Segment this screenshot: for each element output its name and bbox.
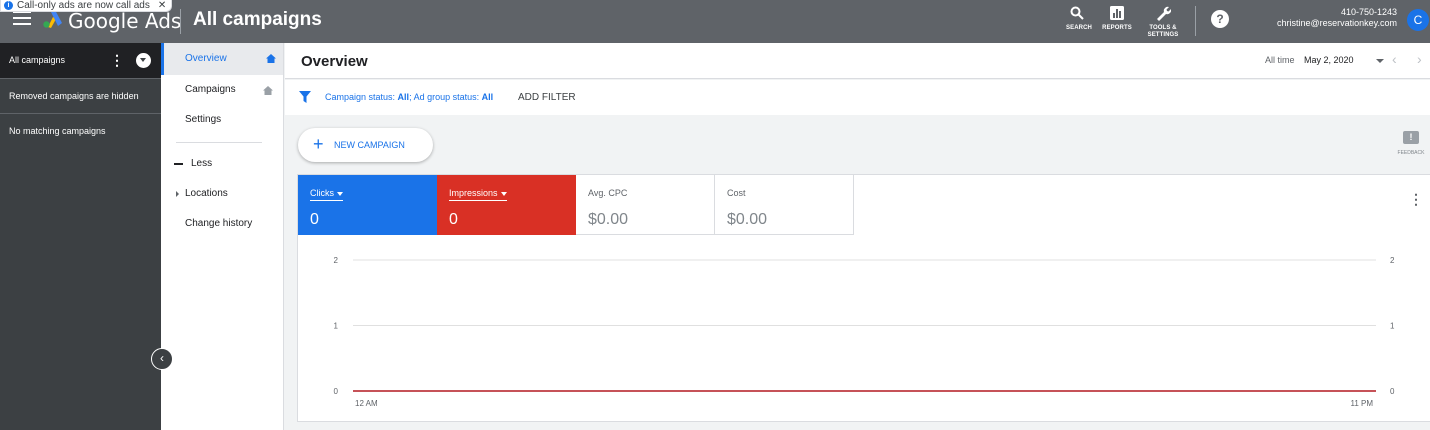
y-tick-label-left: 2 [334,256,339,265]
chart-more-icon[interactable]: ⋮ [1409,191,1423,208]
removed-campaigns-note: Removed campaigns are hidden [0,79,161,114]
toolbar-divider [1195,6,1196,36]
y-tick-label-left: 1 [334,322,339,331]
dropdown-icon [500,191,507,196]
nav-item-label: Change history [185,218,253,229]
toast-text: Call-only ads are now call ads [17,0,150,11]
line-chart: 0 0 1 1 2 2 12 AM 11 PM [334,256,1395,408]
metric-value: $0.00 [588,211,629,228]
metric-label: Avg. CPC [588,188,628,198]
dropdown-icon[interactable] [136,53,151,68]
reports-icon [1110,6,1124,20]
metric-label: Clicks [310,188,343,201]
x-tick-label: 12 AM [355,399,378,408]
nav-item-label: Settings [185,114,222,125]
more-vert-icon[interactable]: ⋮ [110,43,124,78]
search-icon [1070,6,1084,20]
search-button[interactable]: SEARCH [1066,4,1092,32]
account-phone: 410-750-1243 [1340,7,1397,17]
tools-settings-button[interactable]: TOOLS & SETTINGS [1145,4,1181,39]
x-tick-label: 11 PM [1350,399,1373,408]
metric-label: Cost [727,188,746,198]
metric-value: 0 [449,211,458,228]
y-tick-label-left: 0 [334,387,339,396]
date-range-label: All time [1265,55,1295,65]
nav-item-campaigns[interactable]: Campaigns [161,75,283,105]
nav-item-overview[interactable]: Overview [161,43,283,75]
nav-item-change-history[interactable]: Change history [161,209,283,239]
empty-state-text: No matching campaigns [9,126,106,136]
nav-item-label: Less [191,158,213,169]
home-icon [263,86,273,95]
prev-period-icon[interactable]: ‹ [1392,51,1397,67]
new-campaign-label: NEW CAMPAIGN [334,140,405,150]
metric-label: Impressions [449,188,507,201]
page-header: Overview All time May 2, 2020 ‹ › [285,43,1430,79]
close-icon[interactable]: ✕ [158,0,166,11]
feedback-button[interactable]: ! FEEDBACK [1396,131,1426,156]
metric-avg-cpc[interactable]: Avg. CPC $0.00 [576,175,715,235]
nav-item-label: Locations [185,188,228,199]
account-email: christine@reservationkey.com [1276,18,1397,28]
reports-label: REPORTS [1102,25,1132,31]
help-icon[interactable]: ? [1211,10,1229,28]
nav-item-settings[interactable]: Settings [161,105,283,135]
y-tick-label-right: 2 [1390,256,1395,265]
menu-icon[interactable] [13,11,31,25]
expand-arrow-icon [176,191,179,197]
all-campaigns-item[interactable]: All campaigns ⋮ [0,43,161,79]
top-app-bar: Google Ads All campaigns SEARCH REPORTS … [0,0,1430,43]
metric-value: $0.00 [727,211,768,228]
page-title: Overview [301,53,368,70]
add-filter-button[interactable]: ADD FILTER [518,92,576,103]
nav-item-locations[interactable]: Locations [161,179,283,209]
brand-name: Google Ads [68,9,182,33]
wrench-icon [1157,6,1171,21]
tools-label: TOOLS & SETTINGS [1147,25,1179,38]
feedback-label: FEEDBACK [1397,150,1425,156]
page-context-title: All campaigns [193,9,322,30]
all-campaigns-label: All campaigns [9,55,66,65]
metric-impressions[interactable]: Impressions 0 [437,175,576,235]
search-label: SEARCH [1066,25,1092,31]
nav-divider [176,142,262,143]
metric-clicks[interactable]: Clicks 0 [298,175,437,235]
date-dropdown-icon[interactable] [1376,59,1384,63]
performance-chart-card: Clicks 0 Impressions 0 Avg. CPC $0.00 Co… [297,174,1430,422]
filter-bar: Campaign status: All; Ad group status: A… [285,80,1430,115]
google-ads-logo [43,10,62,28]
notification-toast: i Call-only ads are now call ads ✕ [0,0,173,12]
metric-cost[interactable]: Cost $0.00 [715,175,854,235]
date-picker[interactable]: May 2, 2020 [1304,55,1354,65]
active-filters[interactable]: Campaign status: All; Ad group status: A… [325,92,493,102]
campaign-tree-panel: All campaigns ⋮ Removed campaigns are hi… [0,43,161,430]
home-icon [266,54,276,63]
page-navigation: Overview Campaigns Settings Less Locatio… [161,43,284,430]
avatar[interactable]: C [1407,9,1429,31]
reports-button[interactable]: REPORTS [1102,4,1132,32]
y-tick-label-right: 0 [1390,387,1395,396]
filter-icon[interactable] [299,91,311,103]
info-icon: i [4,1,13,10]
feedback-icon: ! [1403,131,1419,144]
nav-less-toggle[interactable]: Less [161,149,283,179]
collapse-panel-button[interactable]: ‹ [151,348,173,370]
dropdown-icon [337,191,343,196]
new-campaign-button[interactable]: + NEW CAMPAIGN [298,128,433,162]
plus-icon: + [313,134,324,154]
y-tick-label-right: 1 [1390,322,1395,331]
nav-item-label: Overview [185,53,227,64]
nav-item-label: Campaigns [185,84,236,95]
header-divider [180,9,181,34]
account-info[interactable]: 410-750-1243 christine@reservationkey.co… [1277,7,1397,29]
metric-value: 0 [310,211,319,228]
next-period-icon[interactable]: › [1417,51,1422,67]
